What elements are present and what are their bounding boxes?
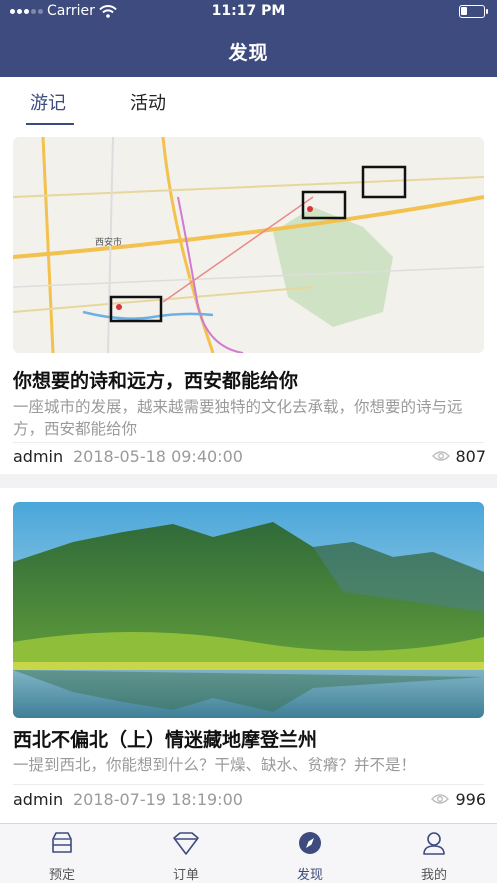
tabbar-label: 发现 <box>296 868 323 883</box>
tab-travel-notes[interactable]: 游记 <box>30 89 66 115</box>
article-thumbnail-landscape <box>13 502 484 718</box>
article-card[interactable]: 西安市 你想要的诗和远方，西安都能给你 一座城市的发展，越来越需要独特的文化去承… <box>0 128 497 474</box>
tab-activities[interactable]: 活动 <box>130 89 166 115</box>
discover-page: Carrier 11:17 PM 发现 游记 活动 西安市 你想要的诗和远方，西… <box>0 0 497 883</box>
compass-icon <box>299 832 321 854</box>
tabbar-item-discover[interactable]: 发现 <box>248 824 372 883</box>
tabbar-label: 预定 <box>48 868 75 883</box>
map-city-label: 西安市 <box>95 236 122 248</box>
eye-icon <box>431 794 449 804</box>
article-view-count: 996 <box>455 790 486 809</box>
article-thumbnail-map: 西安市 <box>13 137 484 353</box>
user-icon <box>423 832 445 855</box>
tabbar-item-profile[interactable]: 我的 <box>372 824 496 883</box>
tabbar-item-orders[interactable]: 订单 <box>124 824 248 883</box>
tabbar-item-booking[interactable]: 预定 <box>0 824 124 883</box>
article-title[interactable]: 你想要的诗和远方，西安都能给你 <box>13 366 484 393</box>
header: Carrier 11:17 PM 发现 <box>0 0 497 77</box>
divider <box>13 442 484 443</box>
battery-icon <box>459 5 488 18</box>
segment-tabs: 游记 活动 <box>0 77 497 128</box>
status-bar: Carrier 11:17 PM <box>0 0 497 24</box>
article-author: admin <box>13 447 64 466</box>
article-view-count: 807 <box>455 447 486 466</box>
article-date: 2018-05-18 09:40:00 <box>73 447 243 466</box>
car-icon <box>52 832 72 853</box>
page-title: 发现 <box>228 42 269 64</box>
article-author: admin <box>13 790 64 809</box>
article-date: 2018-07-19 18:19:00 <box>73 790 243 809</box>
status-time: 11:17 PM <box>211 3 286 19</box>
divider <box>13 784 484 785</box>
active-tab-indicator <box>26 123 74 125</box>
eye-icon <box>432 451 450 461</box>
tabbar-label: 订单 <box>172 868 199 883</box>
article-card[interactable]: 西北不偏北（上）情迷藏地摩登兰州 一提到西北，你能想到什么？干燥、缺水、贫瘠？并… <box>0 488 497 823</box>
article-summary: 一提到西北，你能想到什么？干燥、缺水、贫瘠？并不是！ <box>13 756 417 774</box>
bottom-tab-bar: 预定 订单 发现 我的 <box>0 823 497 883</box>
diamond-icon <box>173 832 199 855</box>
tabbar-label: 我的 <box>420 868 447 883</box>
article-title[interactable]: 西北不偏北（上）情迷藏地摩登兰州 <box>13 725 484 752</box>
article-summary: 一座城市的发展，越来越需要独特的文化去承载，你想要的诗与远方，西安都能给你 <box>13 398 463 438</box>
